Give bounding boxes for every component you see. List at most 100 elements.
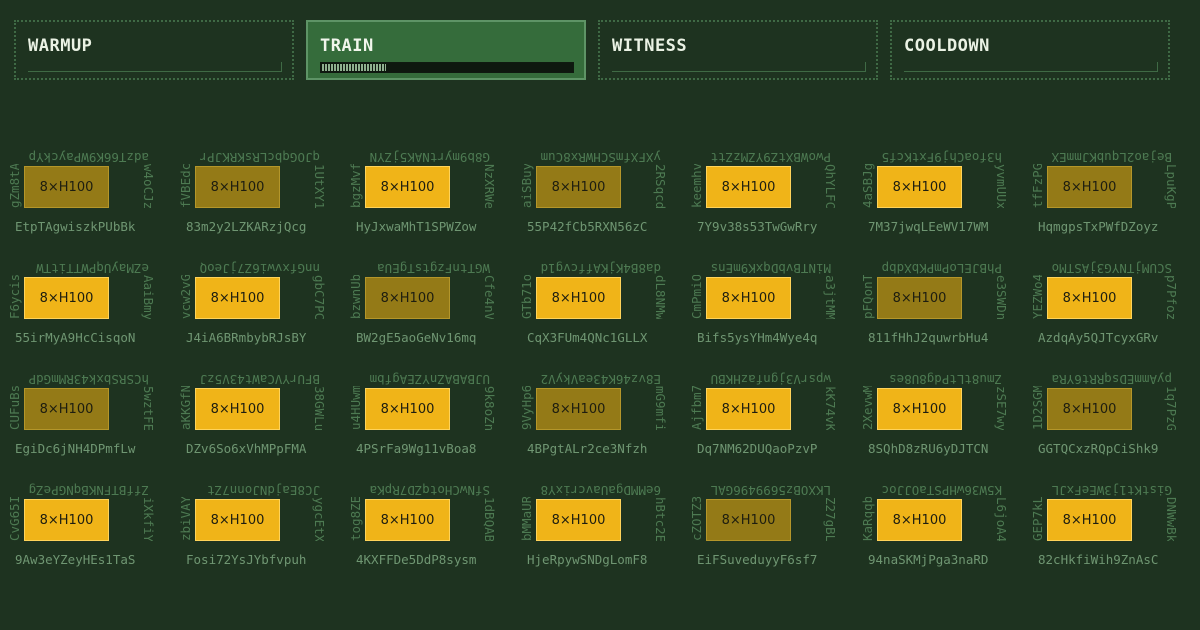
gpu-badge-active[interactable]: 8×H100 <box>365 499 450 541</box>
node-id-right: dL8NMw <box>653 275 668 319</box>
gpu-badge-idle[interactable]: 8×H100 <box>877 277 962 319</box>
gpu-node-cell[interactable]: K5W36wHPSTaOJJoc KaRqqb L6joA4 94naSKMjPga3… <box>853 477 1023 588</box>
node-id-bottom: HjeRpywSNDgLomF8 <box>527 552 648 567</box>
node-id-bottom: Bifs5ysYHm4Wye4q <box>697 330 818 345</box>
gpu-badge-active[interactable]: 8×H100 <box>365 388 450 430</box>
node-id-top: UJBABAZnYZEAgfbm <box>369 372 490 387</box>
gpu-node-cell[interactable]: ZffBTFNKBqNGPeZg CvG65I iXkfiY 9Aw3eYZeyHEs… <box>0 477 170 588</box>
node-id-right: gbC7PC <box>312 275 327 319</box>
gpu-node-cell[interactable]: h3foaChj9FxtKcf5 4aSBJg yvmUUx 7M37jwqLEeWV… <box>853 144 1023 255</box>
node-id-bottom: GGTQCxzRQpCiShk9 <box>1038 441 1159 456</box>
gpu-badge-active[interactable]: 8×H100 <box>1047 277 1132 319</box>
node-id-right: mG9mfi <box>653 386 668 430</box>
gpu-node-cell[interactable]: eZMayUqPWTTitTW F6ycis AaiBmy 55irMyA9HcCis… <box>0 255 170 366</box>
gpu-badge-active[interactable]: 8×H100 <box>195 499 280 541</box>
node-id-top: pyAmmEDsqRRt6YRa <box>1051 372 1172 387</box>
gpu-node-cell[interactable]: JC8EajdNJonn7Zt zbiVAY ygcEtX Fosi72YsJYbfv… <box>171 477 341 588</box>
gpu-badge-active[interactable]: 8×H100 <box>195 277 280 319</box>
phase-progress-track <box>28 62 282 72</box>
node-id-top: nnGfxvwi6Z7jJeoQ <box>199 261 320 276</box>
gpu-badge-active[interactable]: 8×H100 <box>706 277 791 319</box>
node-id-top: E8vz46K43eaVkyV2 <box>540 372 661 387</box>
gpu-node-cell[interactable]: SfNwCHotqZD7RpKa tog8ZE 1dBQAB 4KXFFDe5DdP8… <box>341 477 511 588</box>
gpu-badge-active[interactable]: 8×H100 <box>877 166 962 208</box>
node-id-top: MiNTBvbDqxK9mEns <box>710 261 831 276</box>
node-id-right: kK74vK <box>823 386 838 430</box>
node-id-right: 9k8oZn <box>482 386 497 430</box>
gpu-node-cell[interactable]: LKXOBz5699496GAL cZOTZ3 Z27gBL EiFSuveduyyF… <box>682 477 852 588</box>
gpu-badge-active[interactable]: 8×H100 <box>877 388 962 430</box>
gpu-node-cell[interactable]: yXFXfmSCHWRx8Cum aiSBuy 2RSqcd 55P42fCb5RXN… <box>512 144 682 255</box>
node-id-right: e3SWDn <box>994 275 1009 319</box>
phase-progress-track <box>612 62 866 72</box>
node-id-top: qJOGqbcLRsKRKJPr <box>199 150 320 165</box>
gpu-badge-idle[interactable]: 8×H100 <box>1047 388 1132 430</box>
phase-progress-track <box>904 62 1158 72</box>
gpu-badge-idle[interactable]: 8×H100 <box>24 166 109 208</box>
gpu-badge-active[interactable]: 8×H100 <box>24 277 109 319</box>
node-id-right: AaiBmy <box>141 275 156 319</box>
gpu-node-cell[interactable]: E8vz46K43eaVkyV2 9VyHp6 mG9mfi 4BPgtALr2ce3… <box>512 366 682 477</box>
gpu-badge-idle[interactable]: 8×H100 <box>1047 166 1132 208</box>
gpu-node-cell[interactable]: adzT66K9WPayckYp gZm8tA w4oCJz EtpTAgwiszkP… <box>0 144 170 255</box>
gpu-node-cell[interactable]: nnGfxvwi6Z7jJeoQ vcw2vG gbC7PC J4iA6BRmbybR… <box>171 255 341 366</box>
gpu-node-cell[interactable]: 6eMMDgaUavcrixY8 bMMaUR hBtc2E HjeRpywSNDgL… <box>512 477 682 588</box>
phase-progress-fill <box>322 64 386 71</box>
gpu-node-cell[interactable]: Zmu8tLtPdg8U8es 2XevwM zSE7wy 8SQhD8zRU6yDJ… <box>853 366 1023 477</box>
gpu-node-cell[interactable]: PhBJELoPmPKbXdbp pFQonT e3SWDn 811fHhJ2quwr… <box>853 255 1023 366</box>
node-id-right: Z27gBL <box>823 497 838 541</box>
gpu-badge-active[interactable]: 8×H100 <box>536 277 621 319</box>
gpu-node-cell[interactable]: UJBABAZnYZEAgfbm u4HUwm 9k8oZn 4PSrFa9Wg11v… <box>341 366 511 477</box>
node-id-right: L6joA4 <box>994 497 1009 541</box>
gpu-node-cell[interactable]: Bejao2LqubKJmmEX tfFzPG LpuKgP HqmgpsTxPWfD… <box>1023 144 1193 255</box>
gpu-badge-idle[interactable]: 8×H100 <box>706 499 791 541</box>
gpu-node-cell[interactable]: SCUMjTNYG3jASTMo YEZWo4 p7Pfoz AzdqAy5QJTcy… <box>1023 255 1193 366</box>
node-id-bottom: EtpTAgwiszkPUbBk <box>15 219 136 234</box>
node-id-bottom: HqmgpsTxPWfDZoyz <box>1038 219 1159 234</box>
gpu-badge-idle[interactable]: 8×H100 <box>195 166 280 208</box>
node-id-bottom: DZv6So6xVhMPpFMA <box>186 441 307 456</box>
node-id-bottom: Dq7NM62DUQaoPzvP <box>697 441 818 456</box>
node-id-top: eZMayUqPWTTitTW <box>36 261 149 276</box>
node-id-right: 38GWLu <box>312 386 327 430</box>
gpu-badge-idle[interactable]: 8×H100 <box>536 388 621 430</box>
node-id-top: 6eMMDgaUavcrixY8 <box>540 483 661 498</box>
phase-train[interactable]: TRAIN <box>306 20 586 80</box>
gpu-badge-active[interactable]: 8×H100 <box>877 499 962 541</box>
gpu-node-cell[interactable]: pyAmmEDsqRRt6YRa 1D2SGM 1q7PzG GGTQCxzRQpCi… <box>1023 366 1193 477</box>
gpu-node-cell[interactable]: PwoWBXtZ9YZMzZtt keemhv QhYLFC 7Y9v38s53TwG… <box>682 144 852 255</box>
node-id-bottom: J4iA6BRmbybRJsBY <box>186 330 307 345</box>
gpu-badge-idle[interactable]: 8×H100 <box>536 166 621 208</box>
gpu-badge-active[interactable]: 8×H100 <box>706 166 791 208</box>
gpu-node-cell[interactable]: G8b9myrtNAK5jZYN bgzMvf NzXRWe HyJxwaMhT1SP… <box>341 144 511 255</box>
gpu-badge-active[interactable]: 8×H100 <box>1047 499 1132 541</box>
gpu-badge-idle[interactable]: 8×H100 <box>24 388 109 430</box>
node-id-top: wpsrV3jgnfazHKBU <box>710 372 831 387</box>
gpu-node-cell[interactable]: GistKt1j3WEeFxJL GEP7kL DNWwBk 82cHkfiWih9Z… <box>1023 477 1193 588</box>
gpu-badge-active[interactable]: 8×H100 <box>536 499 621 541</box>
gpu-node-cell[interactable]: BFUrYVCaWt43V5zJ aKKGfN 38GWLu DZv6So6xVhMP… <box>171 366 341 477</box>
node-id-bottom: 7Y9v38s53TwGwRry <box>697 219 818 234</box>
node-id-bottom: 55irMyA9HcCisqoN <box>15 330 136 345</box>
gpu-node-cell[interactable]: da8B4KjKAffcvg1d GTb71o dL8NMw CqX3FUm4QNc1… <box>512 255 682 366</box>
gpu-node-cell[interactable]: wpsrV3jgnfazHKBU Ajfbm7 kK74vK Dq7NM62DUQao… <box>682 366 852 477</box>
gpu-badge-active[interactable]: 8×H100 <box>24 499 109 541</box>
phase-warmup[interactable]: WARMUP <box>14 20 294 80</box>
phase-witness[interactable]: WITNESS <box>598 20 878 80</box>
node-id-bottom: 82cHkfiWih9ZnAsC <box>1038 552 1159 567</box>
node-id-right: 1q7PzG <box>1164 386 1179 430</box>
gpu-badge-active[interactable]: 8×H100 <box>195 388 280 430</box>
node-id-top: GistKt1j3WEeFxJL <box>1051 483 1172 498</box>
gpu-node-cell[interactable]: hCSRSbxk43RMmGdP CUFuBs 5wztFE EgiDc6jNH4DP… <box>0 366 170 477</box>
gpu-badge-active[interactable]: 8×H100 <box>365 166 450 208</box>
gpu-node-cell[interactable]: qJOGqbcLRsKRKJPr fVBEdc 1UtXY1 83m2y2LZKARz… <box>171 144 341 255</box>
gpu-node-cell[interactable]: WGTtnFzgtsTgEUa bzwnUb Cfe4nV BW2gE5aoGeNv1… <box>341 255 511 366</box>
gpu-badge-idle[interactable]: 8×H100 <box>365 277 450 319</box>
phase-cooldown[interactable]: COOLDOWN <box>890 20 1170 80</box>
node-id-right: yvmUUx <box>994 164 1009 208</box>
node-id-right: QhYLFC <box>823 164 838 208</box>
node-id-right: NzXRWe <box>482 164 497 208</box>
gpu-node-cell[interactable]: MiNTBvbDqxK9mEns CmPmiO a3jtMM Bifs5ysYHm4W… <box>682 255 852 366</box>
node-id-top: K5W36wHPSTaOJJoc <box>881 483 1002 498</box>
gpu-badge-active[interactable]: 8×H100 <box>706 388 791 430</box>
